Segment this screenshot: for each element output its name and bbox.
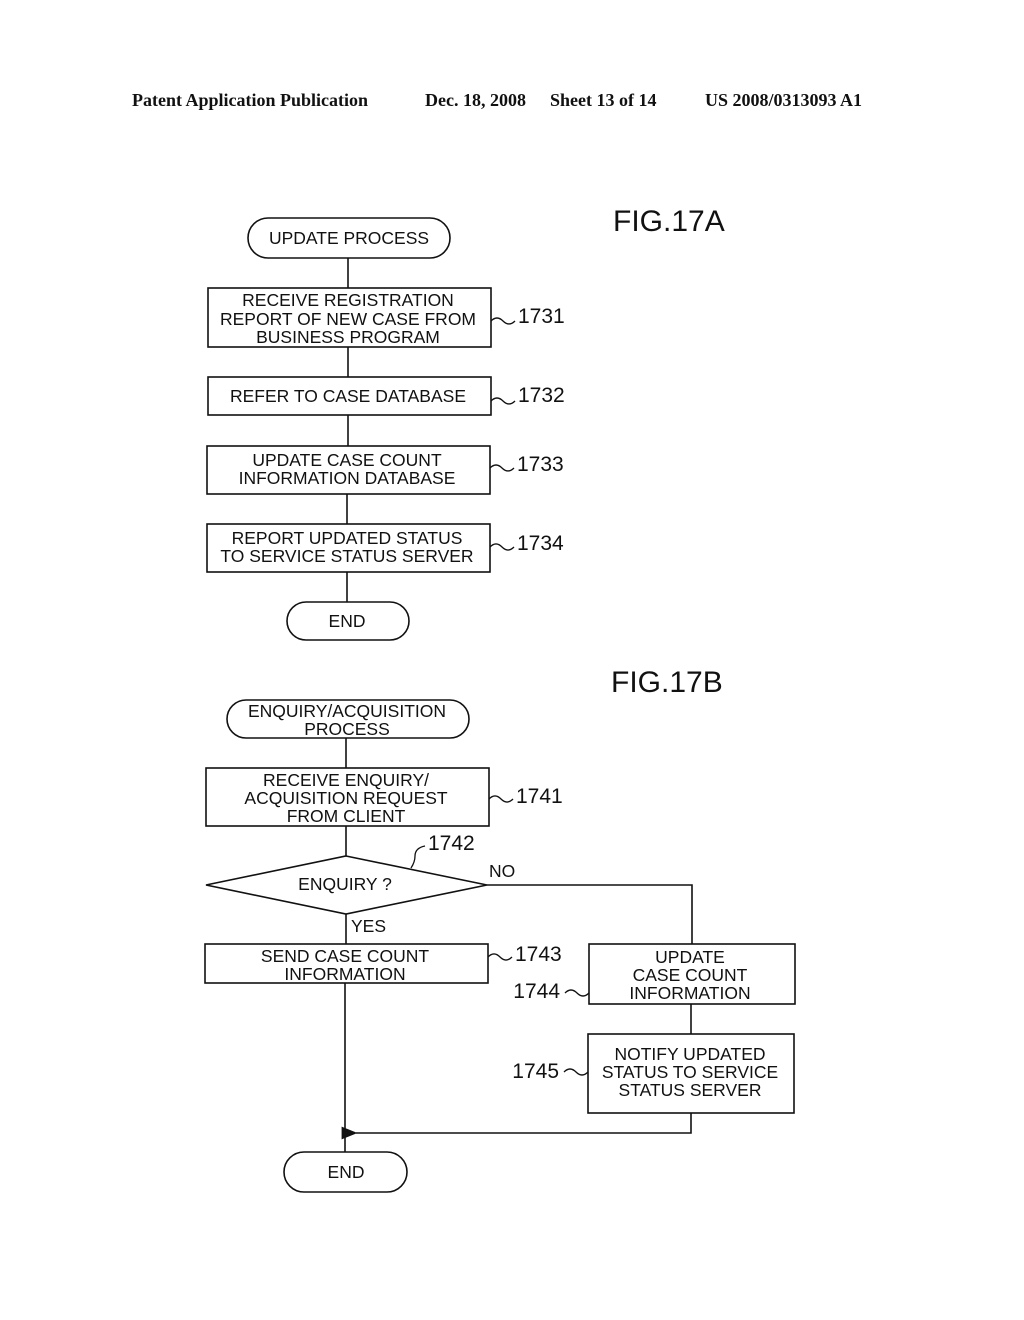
leader-squiggle [490,397,516,405]
ref-1732: 1732 [518,384,565,407]
return-arrow [341,1113,692,1140]
leader-squiggle [564,989,590,997]
decision-text: ENQUIRY ? [298,874,392,894]
no-connector [487,884,693,944]
step-1734: REPORT UPDATED STATUS TO SERVICE STATUS … [206,523,564,573]
step-1743: SEND CASE COUNT INFORMATION 1743 [204,943,562,984]
ref-1741: 1741 [516,785,563,808]
ref-1744: 1744 [513,980,560,1003]
leader-squiggle [489,464,515,472]
fig-17a-label: FIG.17A [613,205,725,238]
step-1731-line-2: REPORT OF NEW CASE FROM [220,309,476,329]
step-1744-line-2: CASE COUNT [633,965,748,985]
ref-1734: 1734 [517,532,564,555]
yes-branch-label: YES [351,916,386,936]
end-enquiry-process-text: END [328,1162,365,1182]
ref-1731: 1731 [518,305,565,328]
step-1744-line-3: INFORMATION [629,983,750,1003]
ref-1733: 1733 [517,453,564,476]
step-1741-line-1: RECEIVE ENQUIRY/ [263,770,429,790]
decision-1742: ENQUIRY ? 1742 NO YES [205,832,515,936]
step-1743-line-2: INFORMATION [284,964,405,984]
start-enquiry-line-2: PROCESS [304,719,390,739]
start-enquiry-process: ENQUIRY/ACQUISITION PROCESS [226,699,470,739]
start-update-process-text: UPDATE PROCESS [269,228,429,248]
leader-squiggle [488,795,514,803]
step-1745-line-1: NOTIFY UPDATED [614,1044,765,1064]
step-1734-line-2: TO SERVICE STATUS SERVER [220,546,473,566]
step-1745-line-3: STATUS SERVER [619,1080,762,1100]
end-update-process-text: END [329,611,366,631]
step-1733-line-1: UPDATE CASE COUNT [252,450,442,470]
step-1741-line-3: FROM CLIENT [287,806,406,826]
leader-squiggle [490,317,516,325]
start-update-process: UPDATE PROCESS [247,217,451,259]
fig-17b-label: FIG.17B [611,666,723,699]
step-1733: UPDATE CASE COUNT INFORMATION DATABASE 1… [206,445,564,495]
leader-squiggle [487,953,513,961]
step-1744-line-1: UPDATE [655,947,725,967]
step-1743-line-1: SEND CASE COUNT [261,946,430,966]
step-1745: NOTIFY UPDATED STATUS TO SERVICE STATUS … [512,1033,795,1114]
no-branch-label: NO [489,861,515,881]
end-update-process: END [286,601,410,641]
step-1731-line-3: BUSINESS PROGRAM [256,327,440,347]
leader-squiggle [489,543,515,551]
step-1745-line-2: STATUS TO SERVICE [602,1062,778,1082]
step-1732-line-1: REFER TO CASE DATABASE [230,386,466,406]
flowchart-canvas: FIG.17A UPDATE PROCESS RECEIVE REGISTRAT… [204,205,796,1193]
step-1732: REFER TO CASE DATABASE 1732 [207,376,565,416]
leader-squiggle [410,845,426,869]
step-1731-line-1: RECEIVE REGISTRATION [242,290,454,310]
step-1741-line-2: ACQUISITION REQUEST [244,788,448,808]
start-enquiry-line-1: ENQUIRY/ACQUISITION [248,701,446,721]
step-1733-line-2: INFORMATION DATABASE [239,468,456,488]
step-1734-line-1: REPORT UPDATED STATUS [232,528,463,548]
step-1731: RECEIVE REGISTRATION REPORT OF NEW CASE … [207,287,565,348]
leader-squiggle [563,1068,589,1076]
ref-1745: 1745 [512,1060,559,1083]
step-1741: RECEIVE ENQUIRY/ ACQUISITION REQUEST FRO… [205,767,563,827]
ref-1742: 1742 [428,832,475,855]
ref-1743: 1743 [515,943,562,966]
end-enquiry-process: END [283,1151,408,1193]
